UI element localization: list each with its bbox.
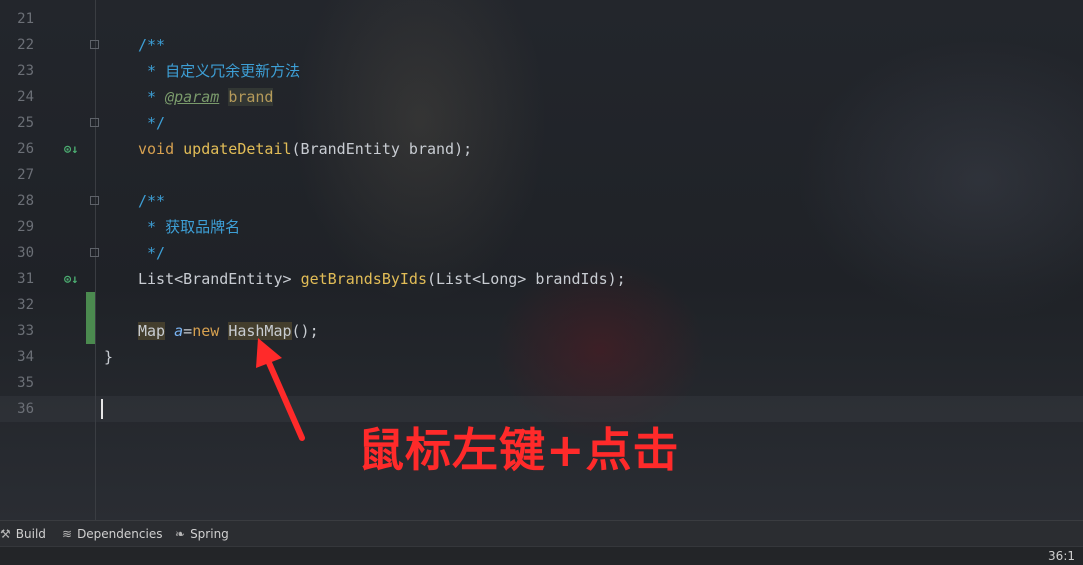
line-number: 28	[17, 193, 34, 209]
annotation-arrow-icon	[256, 338, 305, 441]
code-line-28: 28 /**	[0, 188, 1083, 214]
text-caret	[101, 399, 103, 419]
fold-icon[interactable]	[90, 196, 99, 205]
code-line-22: 22 /**	[0, 32, 1083, 58]
line-number: 24	[17, 89, 34, 105]
line-number: 33	[17, 323, 34, 339]
code-line-25: 25 */	[0, 110, 1083, 136]
code-editor[interactable]: 21 22 /** 23 * 自定义冗余更新方法 24 * @param bra…	[0, 0, 1083, 520]
type-map[interactable]: Map	[138, 322, 166, 340]
leaf-icon: ❧	[175, 527, 186, 541]
hammer-icon: ⚒	[0, 527, 11, 541]
fold-icon[interactable]	[90, 118, 99, 127]
code-line-31: 31 ⊙↓ List<BrandEntity> getBrandsByIds(L…	[0, 266, 1083, 292]
keyword-new: new	[192, 322, 220, 340]
javadoc-param-tag: @param	[165, 88, 220, 106]
implementation-gutter-icon[interactable]: ⊙↓	[64, 136, 78, 162]
assign-operator: =	[183, 322, 193, 340]
line-number: 36	[17, 401, 34, 417]
line-number: 31	[17, 271, 34, 287]
code-line-33: 33 Map a=new HashMap();	[0, 318, 1083, 344]
comment-open: /**	[138, 36, 166, 54]
code-line-32: 32	[0, 292, 1083, 318]
fold-icon[interactable]	[90, 248, 99, 257]
comment-open: /**	[138, 192, 166, 210]
build-tool-button[interactable]: ⚒ Build	[0, 521, 46, 547]
javadoc-param-name: brand	[228, 88, 274, 106]
code-line-24: 24 * @param brand	[0, 84, 1083, 110]
line-number: 22	[17, 37, 34, 53]
comment-close: */	[138, 244, 166, 262]
line-number: 29	[17, 219, 34, 235]
fold-icon[interactable]	[90, 40, 99, 49]
code-line-29: 29 * 获取品牌名	[0, 214, 1083, 240]
line-number: 30	[17, 245, 34, 261]
code-line-21: 21	[0, 6, 1083, 32]
comment-text: * 获取品牌名	[138, 218, 241, 236]
comment-star: *	[138, 88, 166, 106]
line-number: 23	[17, 63, 34, 79]
line-number: 35	[17, 375, 34, 391]
variable-a: a	[174, 322, 184, 340]
code-line-30: 30 */	[0, 240, 1083, 266]
code-line-35: 35	[0, 370, 1083, 396]
line-number: 32	[17, 297, 34, 313]
spring-label: Spring	[190, 527, 229, 541]
closing-brace: }	[104, 348, 114, 366]
line-number: 25	[17, 115, 34, 131]
keyword-void: void	[138, 140, 175, 158]
status-bar: 36:1	[0, 546, 1083, 565]
layers-icon: ≋	[62, 527, 73, 541]
line-number: 26	[17, 141, 34, 157]
build-label: Build	[15, 527, 46, 541]
comment-text: * 自定义冗余更新方法	[138, 62, 301, 80]
method-name: updateDetail	[183, 140, 292, 158]
line-number: 27	[17, 167, 34, 183]
dependencies-label: Dependencies	[77, 527, 163, 541]
return-type: List<BrandEntity>	[138, 270, 292, 288]
dependencies-tool-button[interactable]: ≋ Dependencies	[62, 521, 162, 547]
code-line-34: 34 }	[0, 344, 1083, 370]
comment-close: */	[138, 114, 166, 132]
code-line-23: 23 * 自定义冗余更新方法	[0, 58, 1083, 84]
annotation-label: 鼠标左键+点击	[358, 423, 680, 477]
method-signature: (List<Long> brandIds);	[427, 270, 626, 288]
implementation-gutter-icon[interactable]: ⊙↓	[64, 266, 78, 292]
line-number: 21	[17, 11, 34, 27]
tool-window-bar: ⚒ Build ≋ Dependencies ❧ Spring	[0, 520, 1083, 547]
caret-position[interactable]: 36:1	[1048, 547, 1075, 565]
method-signature: (BrandEntity brand);	[291, 140, 473, 158]
line-number: 34	[17, 349, 34, 365]
code-line-27: 27	[0, 162, 1083, 188]
code-line-26: 26 ⊙↓ void updateDetail(BrandEntity bran…	[0, 136, 1083, 162]
method-name: getBrandsByIds	[300, 270, 427, 288]
spring-tool-button[interactable]: ❧ Spring	[175, 521, 229, 547]
